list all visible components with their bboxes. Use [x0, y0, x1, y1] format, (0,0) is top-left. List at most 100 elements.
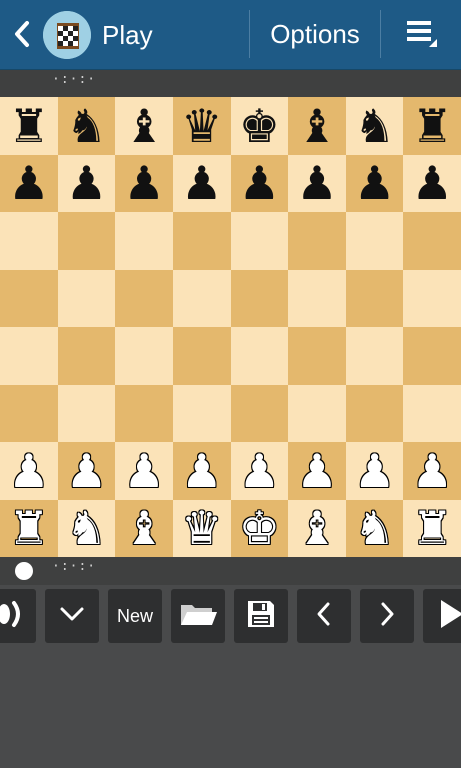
- white-bishop-icon[interactable]: ♝: [123, 505, 164, 551]
- square-b6[interactable]: [57, 212, 116, 270]
- black-bishop-icon[interactable]: ♝: [123, 103, 164, 149]
- square-f6[interactable]: [288, 212, 346, 270]
- square-d2[interactable]: ♟: [172, 442, 231, 500]
- black-pawn-icon[interactable]: ♟: [181, 160, 222, 206]
- square-c8[interactable]: ♝: [115, 97, 173, 155]
- black-king-icon[interactable]: ♚: [239, 103, 280, 149]
- square-e8[interactable]: ♚: [230, 97, 289, 155]
- square-e4[interactable]: [230, 327, 289, 385]
- black-pawn-icon[interactable]: ♟: [8, 160, 49, 206]
- square-d4[interactable]: [172, 327, 231, 385]
- square-e1[interactable]: ♚: [230, 499, 289, 557]
- options-button[interactable]: Options: [250, 0, 380, 69]
- page-title[interactable]: Play: [102, 17, 153, 53]
- back-chevron-icon[interactable]: [10, 17, 34, 51]
- app-logo-icon[interactable]: [43, 11, 91, 59]
- square-g1[interactable]: ♞: [345, 499, 404, 557]
- black-knight-icon[interactable]: ♞: [354, 103, 395, 149]
- black-bishop-icon[interactable]: ♝: [296, 103, 337, 149]
- square-d7[interactable]: ♟: [172, 154, 231, 212]
- square-h1[interactable]: ♜: [403, 499, 461, 557]
- square-a5[interactable]: [0, 269, 58, 327]
- square-d3[interactable]: [172, 384, 231, 442]
- square-f1[interactable]: ♝: [288, 499, 346, 557]
- square-f8[interactable]: ♝: [288, 97, 346, 155]
- square-g3[interactable]: [345, 384, 404, 442]
- white-queen-icon[interactable]: ♛: [181, 505, 222, 551]
- square-c7[interactable]: ♟: [115, 154, 173, 212]
- square-a4[interactable]: [0, 327, 58, 385]
- square-b2[interactable]: ♟: [57, 442, 116, 500]
- white-rook-icon[interactable]: ♜: [8, 505, 49, 551]
- white-pawn-icon[interactable]: ♟: [123, 448, 164, 494]
- square-h4[interactable]: [403, 327, 461, 385]
- square-g7[interactable]: ♟: [345, 154, 404, 212]
- white-pawn-icon[interactable]: ♟: [8, 448, 49, 494]
- white-pawn-icon[interactable]: ♟: [181, 448, 222, 494]
- overflow-menu-button[interactable]: [381, 0, 461, 69]
- previous-move-button[interactable]: [297, 589, 351, 643]
- square-c3[interactable]: [115, 384, 173, 442]
- square-e2[interactable]: ♟: [230, 442, 289, 500]
- square-a7[interactable]: ♟: [0, 154, 58, 212]
- white-pawn-icon[interactable]: ♟: [66, 448, 107, 494]
- new-game-button[interactable]: New: [108, 589, 162, 643]
- square-a8[interactable]: ♜: [0, 97, 58, 155]
- play-button[interactable]: [423, 589, 461, 643]
- square-b5[interactable]: [57, 269, 116, 327]
- white-pawn-icon[interactable]: ♟: [354, 448, 395, 494]
- square-h2[interactable]: ♟: [403, 442, 461, 500]
- square-f2[interactable]: ♟: [288, 442, 346, 500]
- black-pawn-icon[interactable]: ♟: [239, 160, 280, 206]
- square-g2[interactable]: ♟: [345, 442, 404, 500]
- square-c5[interactable]: [115, 269, 173, 327]
- square-d8[interactable]: ♛: [172, 97, 231, 155]
- square-a1[interactable]: ♜: [0, 499, 58, 557]
- square-c1[interactable]: ♝: [115, 499, 173, 557]
- square-c6[interactable]: [115, 212, 173, 270]
- black-pawn-icon[interactable]: ♟: [66, 160, 107, 206]
- sound-button[interactable]: [0, 589, 36, 643]
- white-rook-icon[interactable]: ♜: [412, 505, 453, 551]
- save-game-button[interactable]: [234, 589, 288, 643]
- next-move-button[interactable]: [360, 589, 414, 643]
- square-e7[interactable]: ♟: [230, 154, 289, 212]
- black-knight-icon[interactable]: ♞: [66, 103, 107, 149]
- square-b8[interactable]: ♞: [57, 97, 116, 155]
- square-b4[interactable]: [57, 327, 116, 385]
- square-c2[interactable]: ♟: [115, 442, 173, 500]
- square-g6[interactable]: [345, 212, 404, 270]
- black-pawn-icon[interactable]: ♟: [412, 160, 453, 206]
- black-pawn-icon[interactable]: ♟: [296, 160, 337, 206]
- square-d1[interactable]: ♛: [172, 499, 231, 557]
- square-c4[interactable]: [115, 327, 173, 385]
- square-d5[interactable]: [172, 269, 231, 327]
- square-h6[interactable]: [403, 212, 461, 270]
- square-a3[interactable]: [0, 384, 58, 442]
- open-game-button[interactable]: [171, 589, 225, 643]
- square-e3[interactable]: [230, 384, 289, 442]
- square-e5[interactable]: [230, 269, 289, 327]
- square-f5[interactable]: [288, 269, 346, 327]
- square-a2[interactable]: ♟: [0, 442, 58, 500]
- square-h3[interactable]: [403, 384, 461, 442]
- collapse-button[interactable]: [45, 589, 99, 643]
- square-e6[interactable]: [230, 212, 289, 270]
- white-knight-icon[interactable]: ♞: [354, 505, 395, 551]
- square-b3[interactable]: [57, 384, 116, 442]
- square-h7[interactable]: ♟: [403, 154, 461, 212]
- white-pawn-icon[interactable]: ♟: [412, 448, 453, 494]
- black-pawn-icon[interactable]: ♟: [354, 160, 395, 206]
- white-king-icon[interactable]: ♚: [239, 505, 280, 551]
- square-g5[interactable]: [345, 269, 404, 327]
- square-f4[interactable]: [288, 327, 346, 385]
- square-h5[interactable]: [403, 269, 461, 327]
- square-b1[interactable]: ♞: [57, 499, 116, 557]
- white-knight-icon[interactable]: ♞: [66, 505, 107, 551]
- black-rook-icon[interactable]: ♜: [8, 103, 49, 149]
- white-bishop-icon[interactable]: ♝: [296, 505, 337, 551]
- black-queen-icon[interactable]: ♛: [181, 103, 222, 149]
- black-rook-icon[interactable]: ♜: [412, 103, 453, 149]
- square-h8[interactable]: ♜: [403, 97, 461, 155]
- square-b7[interactable]: ♟: [57, 154, 116, 212]
